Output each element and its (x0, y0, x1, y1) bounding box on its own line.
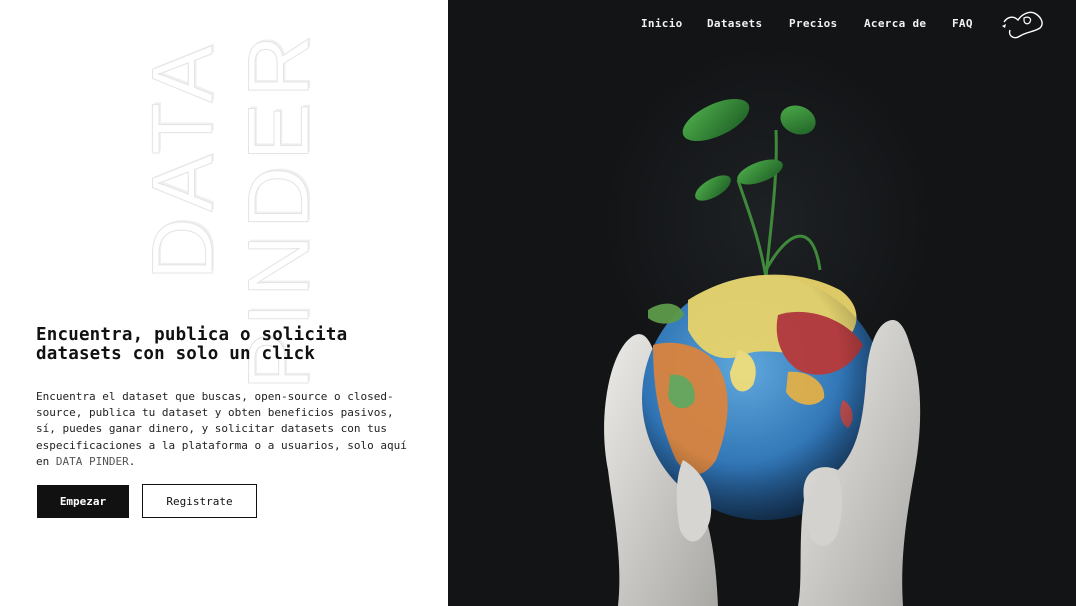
leaves (682, 98, 816, 201)
start-button[interactable]: Empezar (37, 485, 129, 518)
image-panel: Inicio Datasets Precios Acerca de FAQ (448, 0, 1076, 606)
plant (736, 129, 822, 279)
nav-acerca-de[interactable]: Acerca de (864, 17, 926, 30)
description-end: . (128, 454, 136, 468)
hero-headline: Encuentra, publica o solicita datasets c… (36, 325, 348, 364)
register-button[interactable]: Registrate (142, 484, 257, 518)
watermark-data: DATA (135, 39, 232, 281)
brand-mention: DATA PINDER (55, 454, 129, 468)
top-nav: Inicio Datasets Precios Acerca de FAQ (448, 17, 1076, 33)
hand-logo-icon[interactable] (1000, 6, 1048, 42)
hero-description: Encuentra el dataset que buscas, open-so… (36, 389, 416, 470)
nav-faq[interactable]: FAQ (952, 17, 973, 30)
hero-panel: DATA PINDER Encuentra, publica o solicit… (0, 0, 448, 606)
nav-inicio[interactable]: Inicio (641, 17, 683, 30)
nav-precios[interactable]: Precios (789, 17, 837, 30)
globe-hands-photo (604, 98, 921, 606)
nav-datasets[interactable]: Datasets (707, 17, 762, 30)
